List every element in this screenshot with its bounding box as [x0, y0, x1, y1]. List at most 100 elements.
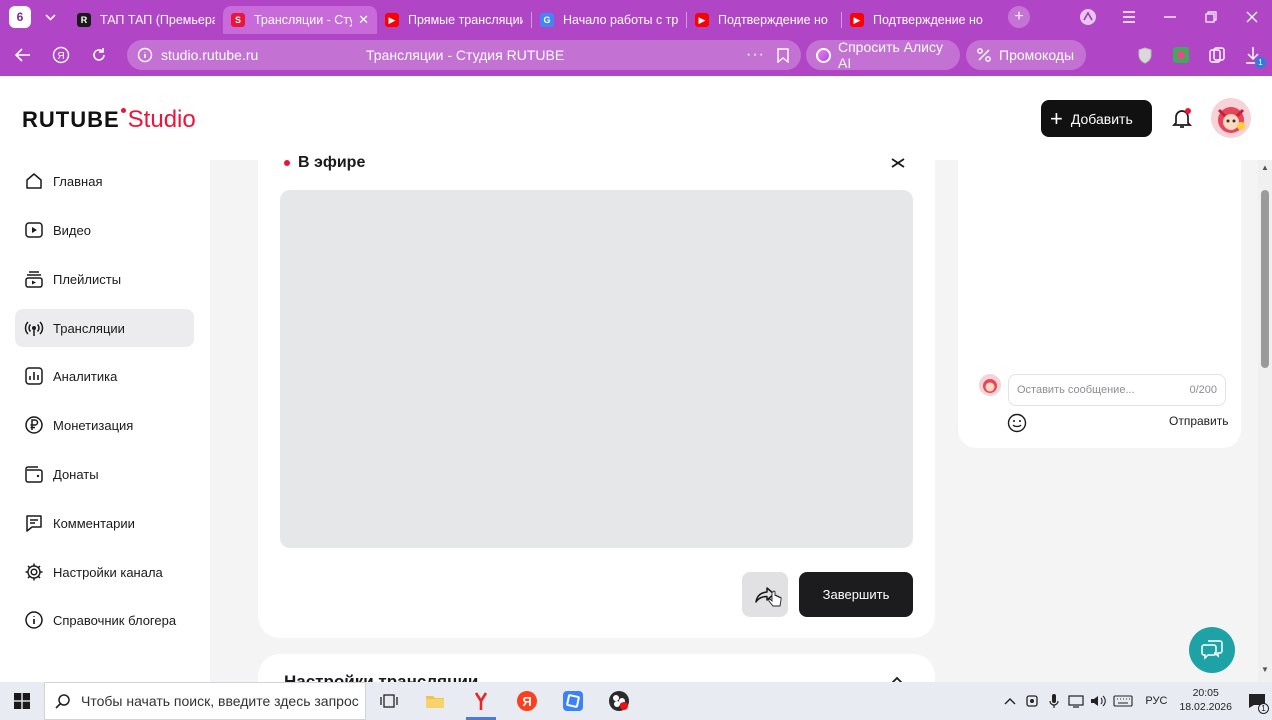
- browser-address-bar: Я studio.rutube.ru Трансляции - Студия R…: [0, 34, 1272, 76]
- share-button[interactable]: [742, 572, 788, 617]
- file-explorer-icon[interactable]: [412, 682, 458, 720]
- network-icon[interactable]: [1065, 682, 1087, 720]
- roblox-studio-icon[interactable]: [550, 682, 596, 720]
- chat-message-input[interactable]: Оставить сообщение... 0/200: [1008, 374, 1226, 406]
- vpn-extension-icon[interactable]: [1168, 42, 1194, 68]
- browser-tab[interactable]: ▶ Подтверждение но: [842, 6, 996, 34]
- ask-alice-label: Спросить Алису AI: [837, 39, 943, 71]
- tabs-dropdown-icon[interactable]: [39, 6, 61, 28]
- promocodes-button[interactable]: Промокоды: [966, 40, 1086, 70]
- rutube-studio-logo[interactable]: RUTUBE Studio: [22, 106, 196, 134]
- sidebar-item-label: Плейлисты: [53, 271, 122, 287]
- send-message-button[interactable]: Отправить: [1169, 414, 1229, 428]
- scroll-up-arrow[interactable]: ▲: [1261, 163, 1269, 172]
- notification-center-icon[interactable]: 1: [1242, 682, 1272, 720]
- taskbar-search-placeholder: Чтобы начать поиск, введите здесь запрос: [81, 693, 359, 709]
- notification-count: 1: [1258, 703, 1269, 714]
- stream-chat-card: Оставить сообщение... 0/200 Отправить: [958, 160, 1241, 448]
- stream-card: В эфире Завершить: [258, 154, 935, 638]
- help-chat-button[interactable]: [1189, 627, 1235, 673]
- profile-sync-icon[interactable]: [1067, 0, 1108, 34]
- sidebar-item-playlist[interactable]: Плейлисты: [15, 260, 194, 298]
- chat-input-placeholder: Оставить сообщение...: [1017, 384, 1135, 396]
- volume-icon[interactable]: [1087, 682, 1109, 720]
- menu-icon[interactable]: [1108, 0, 1149, 34]
- ask-alice-button[interactable]: Спросить Алису AI: [806, 39, 960, 71]
- downloads-badge: 1: [1255, 57, 1266, 68]
- sidebar-item-analytics[interactable]: Аналитика: [15, 357, 194, 395]
- yandex-app-icon[interactable]: Я: [504, 682, 550, 720]
- notifications-bell-icon[interactable]: [1170, 106, 1194, 130]
- obs-recorder-icon[interactable]: [596, 682, 642, 720]
- tab-counter[interactable]: 6: [9, 6, 31, 28]
- collections-icon[interactable]: [1204, 42, 1230, 68]
- percent-icon: [977, 48, 991, 62]
- input-language[interactable]: РУС: [1145, 695, 1167, 707]
- browser-tab[interactable]: ▶ Прямые трансляции: [377, 6, 531, 34]
- sidebar-item-label: Настройки канала: [53, 564, 163, 580]
- close-window-button[interactable]: [1231, 0, 1272, 34]
- sidebar-item-video[interactable]: Видео: [15, 211, 194, 249]
- tab-strip: R ТАП ТАП (Премьера S Трансляции - Сту ✕ ▶ Пря…: [69, 0, 996, 34]
- studio-favicon: S: [231, 13, 245, 27]
- restore-button[interactable]: [1190, 0, 1231, 34]
- add-button-label: Добавить: [1070, 110, 1133, 127]
- reload-icon[interactable]: [84, 40, 114, 70]
- minimize-button[interactable]: [1149, 0, 1190, 34]
- clock-time: 20:05: [1192, 687, 1219, 700]
- sidebar-item-label: Монетизация: [53, 417, 134, 433]
- scroll-thumb[interactable]: [1261, 190, 1269, 368]
- sidebar-item-label: Комментарии: [53, 515, 135, 531]
- back-icon[interactable]: [8, 40, 38, 70]
- sidebar-item-ruble[interactable]: Монетизация: [15, 406, 194, 444]
- taskbar-search-input[interactable]: Чтобы начать поиск, введите здесь запрос: [44, 682, 366, 720]
- browser-tab[interactable]: ▶ Подтверждение но: [687, 6, 841, 34]
- rutube-favicon: R: [77, 13, 91, 27]
- browser-tab[interactable]: R ТАП ТАП (Премьера: [69, 6, 223, 34]
- windows-taskbar: Чтобы начать поиск, введите здесь запрос…: [0, 682, 1272, 720]
- tab-active[interactable]: S Трансляции - Сту ✕: [223, 6, 377, 34]
- microphone-icon[interactable]: [1043, 682, 1065, 720]
- browser-tab[interactable]: G Начало работы с тр: [532, 6, 686, 34]
- windows-start-icon[interactable]: [0, 682, 44, 720]
- url-bar[interactable]: studio.rutube.ru Трансляции - Студия RUT…: [127, 40, 801, 70]
- collapse-card-icon[interactable]: [891, 158, 905, 168]
- keyboard-icon[interactable]: [1109, 682, 1137, 720]
- youtube-favicon: ▶: [695, 13, 709, 27]
- site-info-icon[interactable]: [137, 47, 153, 63]
- youtube-favicon: ▶: [850, 13, 864, 27]
- add-button[interactable]: + Добавить: [1041, 100, 1152, 137]
- tray-expand-icon[interactable]: [999, 682, 1021, 720]
- page-scrollbar[interactable]: ▲ ▼: [1258, 160, 1272, 682]
- tab-title: Прямые трансляции: [408, 13, 523, 27]
- live-indicator-dot: [284, 160, 290, 166]
- sidebar-item-gear[interactable]: Настройки канала: [15, 553, 194, 591]
- yandex-id-icon[interactable]: Я: [46, 40, 76, 70]
- tray-app-icon[interactable]: [1021, 682, 1043, 720]
- sidebar-item-broadcast[interactable]: Трансляции: [15, 309, 194, 347]
- sidebar-item-home[interactable]: Главная: [15, 162, 194, 200]
- emoji-icon[interactable]: [1007, 413, 1027, 433]
- sidebar-item-label: Видео: [53, 222, 91, 238]
- yandex-browser-taskbar-icon[interactable]: [458, 682, 504, 720]
- url-text: studio.rutube.ru: [161, 47, 259, 63]
- shield-extension-icon[interactable]: [1132, 42, 1158, 68]
- scroll-down-arrow[interactable]: ▼: [1261, 665, 1269, 674]
- close-tab-icon[interactable]: ✕: [358, 12, 369, 28]
- finish-stream-button[interactable]: Завершить: [799, 572, 913, 617]
- gear-icon: [25, 563, 43, 581]
- logo-dot: [120, 108, 126, 113]
- stream-video-preview[interactable]: [280, 190, 913, 548]
- downloads-icon[interactable]: 1: [1240, 42, 1266, 68]
- system-clock[interactable]: 20:05 18.02.2026: [1179, 687, 1232, 714]
- task-view-icon[interactable]: [366, 682, 412, 720]
- sidebar-item-label: Справочник блогера: [53, 612, 177, 628]
- clock-date: 18.02.2026: [1179, 701, 1232, 713]
- bookmark-icon[interactable]: [777, 47, 789, 63]
- more-dots-icon[interactable]: ···: [746, 46, 765, 64]
- new-tab-button[interactable]: +: [1008, 6, 1030, 28]
- user-avatar[interactable]: [1211, 98, 1251, 138]
- sidebar-item-info[interactable]: Справочник блогера: [15, 601, 194, 639]
- sidebar-item-comment[interactable]: Комментарии: [15, 504, 194, 542]
- sidebar-item-wallet[interactable]: Донаты: [15, 455, 194, 493]
